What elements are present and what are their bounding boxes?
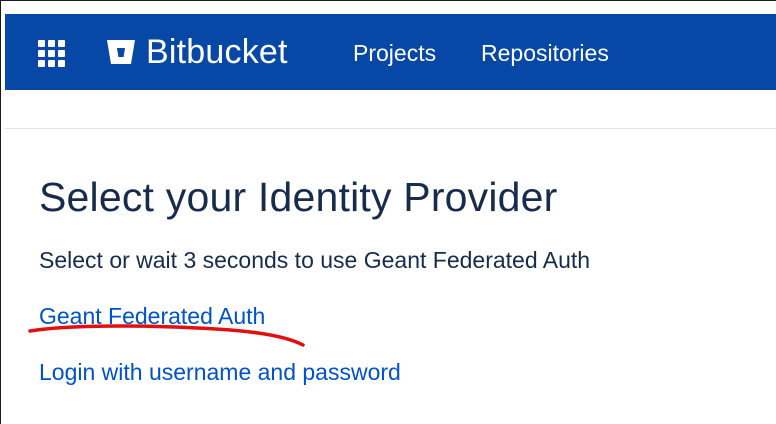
bitbucket-logo[interactable]: Bitbucket [106, 34, 288, 70]
redirect-notice: Select or wait 3 seconds to use Geant Fe… [39, 247, 591, 273]
login-username-password-link[interactable]: Login with username and password [39, 357, 401, 387]
top-navbar: Bitbucket Projects Repositories [5, 14, 776, 90]
bitbucket-logo-icon [107, 40, 135, 64]
app-switcher-grid-icon[interactable] [38, 40, 71, 67]
nav-repositories[interactable]: Repositories [481, 38, 609, 68]
page-title: Select your Identity Provider [39, 174, 558, 220]
app-name: Bitbucket [146, 33, 288, 71]
browser-frame: Bitbucket Projects Repositories Select y… [0, 0, 776, 424]
header-divider [5, 128, 776, 129]
red-underline-annotation [28, 324, 305, 347]
nav-projects[interactable]: Projects [353, 38, 436, 68]
